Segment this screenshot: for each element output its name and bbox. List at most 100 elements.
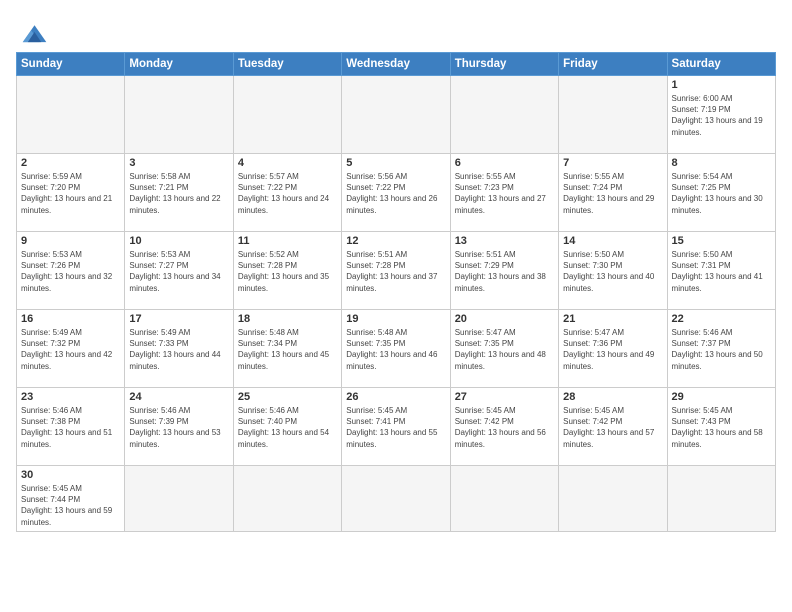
day-number: 19 bbox=[346, 313, 445, 325]
day-number: 13 bbox=[455, 235, 554, 247]
day-cell: 8 Sunrise: 5:54 AM Sunset: 7:25 PM Daylig… bbox=[667, 154, 775, 232]
week-row-5: 23 Sunrise: 5:46 AM Sunset: 7:38 PM Dayli… bbox=[17, 388, 776, 466]
day-cell bbox=[667, 466, 775, 532]
day-cell bbox=[450, 466, 558, 532]
day-number: 15 bbox=[672, 235, 771, 247]
day-info: Sunrise: 5:53 AM Sunset: 7:26 PM Dayligh… bbox=[21, 249, 120, 294]
day-info: Sunrise: 5:48 AM Sunset: 7:34 PM Dayligh… bbox=[238, 327, 337, 372]
weekday-header-sunday: Sunday bbox=[17, 53, 125, 76]
day-info: Sunrise: 5:48 AM Sunset: 7:35 PM Dayligh… bbox=[346, 327, 445, 372]
day-info: Sunrise: 5:45 AM Sunset: 7:44 PM Dayligh… bbox=[21, 483, 120, 528]
day-info: Sunrise: 5:50 AM Sunset: 7:31 PM Dayligh… bbox=[672, 249, 771, 294]
day-cell: 23 Sunrise: 5:46 AM Sunset: 7:38 PM Dayli… bbox=[17, 388, 125, 466]
day-cell: 17 Sunrise: 5:49 AM Sunset: 7:33 PM Dayli… bbox=[125, 310, 233, 388]
day-cell bbox=[342, 76, 450, 154]
day-cell bbox=[450, 76, 558, 154]
day-number: 18 bbox=[238, 313, 337, 325]
day-cell: 9Sunrise: 5:53 AM Sunset: 7:26 PM Daylig… bbox=[17, 232, 125, 310]
day-cell: 19 Sunrise: 5:48 AM Sunset: 7:35 PM Dayli… bbox=[342, 310, 450, 388]
day-cell: 25 Sunrise: 5:46 AM Sunset: 7:40 PM Dayli… bbox=[233, 388, 341, 466]
day-info: Sunrise: 5:45 AM Sunset: 7:42 PM Dayligh… bbox=[563, 405, 662, 450]
day-cell bbox=[559, 466, 667, 532]
day-number: 17 bbox=[129, 313, 228, 325]
day-cell: 16 Sunrise: 5:49 AM Sunset: 7:32 PM Dayli… bbox=[17, 310, 125, 388]
day-info: Sunrise: 5:49 AM Sunset: 7:33 PM Dayligh… bbox=[129, 327, 228, 372]
day-number: 26 bbox=[346, 391, 445, 403]
day-number: 20 bbox=[455, 313, 554, 325]
day-info: Sunrise: 5:52 AM Sunset: 7:28 PM Dayligh… bbox=[238, 249, 337, 294]
weekday-header-thursday: Thursday bbox=[450, 53, 558, 76]
day-cell bbox=[17, 76, 125, 154]
day-cell bbox=[342, 466, 450, 532]
day-number: 14 bbox=[563, 235, 662, 247]
day-info: Sunrise: 5:53 AM Sunset: 7:27 PM Dayligh… bbox=[129, 249, 228, 294]
day-cell: 6 Sunrise: 5:55 AM Sunset: 7:23 PM Daylig… bbox=[450, 154, 558, 232]
day-info: Sunrise: 5:51 AM Sunset: 7:29 PM Dayligh… bbox=[455, 249, 554, 294]
day-cell: 12 Sunrise: 5:51 AM Sunset: 7:28 PM Dayli… bbox=[342, 232, 450, 310]
day-number: 24 bbox=[129, 391, 228, 403]
day-number: 23 bbox=[21, 391, 120, 403]
weekday-header-saturday: Saturday bbox=[667, 53, 775, 76]
calendar-page: SundayMondayTuesdayWednesdayThursdayFrid… bbox=[0, 0, 792, 612]
day-cell: 27 Sunrise: 5:45 AM Sunset: 7:42 PM Dayli… bbox=[450, 388, 558, 466]
day-info: Sunrise: 5:54 AM Sunset: 7:25 PM Dayligh… bbox=[672, 171, 771, 216]
day-info: Sunrise: 5:45 AM Sunset: 7:42 PM Dayligh… bbox=[455, 405, 554, 450]
day-info: Sunrise: 5:51 AM Sunset: 7:28 PM Dayligh… bbox=[346, 249, 445, 294]
day-info: Sunrise: 5:58 AM Sunset: 7:21 PM Dayligh… bbox=[129, 171, 228, 216]
weekday-header-wednesday: Wednesday bbox=[342, 53, 450, 76]
day-cell bbox=[233, 76, 341, 154]
day-info: Sunrise: 5:46 AM Sunset: 7:39 PM Dayligh… bbox=[129, 405, 228, 450]
day-info: Sunrise: 5:57 AM Sunset: 7:22 PM Dayligh… bbox=[238, 171, 337, 216]
logo-icon bbox=[16, 18, 48, 46]
header bbox=[16, 14, 776, 46]
day-info: Sunrise: 5:55 AM Sunset: 7:23 PM Dayligh… bbox=[455, 171, 554, 216]
day-cell: 28Sunrise: 5:45 AM Sunset: 7:42 PM Dayli… bbox=[559, 388, 667, 466]
day-number: 25 bbox=[238, 391, 337, 403]
day-number: 27 bbox=[455, 391, 554, 403]
day-cell: 22Sunrise: 5:46 AM Sunset: 7:37 PM Dayli… bbox=[667, 310, 775, 388]
day-number: 30 bbox=[21, 469, 120, 481]
day-cell: 24 Sunrise: 5:46 AM Sunset: 7:39 PM Dayli… bbox=[125, 388, 233, 466]
week-row-2: 2 Sunrise: 5:59 AM Sunset: 7:20 PM Daylig… bbox=[17, 154, 776, 232]
day-info: Sunrise: 5:46 AM Sunset: 7:38 PM Dayligh… bbox=[21, 405, 120, 450]
day-number: 4 bbox=[238, 157, 337, 169]
day-cell: 20Sunrise: 5:47 AM Sunset: 7:35 PM Dayli… bbox=[450, 310, 558, 388]
day-number: 21 bbox=[563, 313, 662, 325]
day-cell: 29Sunrise: 5:45 AM Sunset: 7:43 PM Dayli… bbox=[667, 388, 775, 466]
day-info: Sunrise: 5:56 AM Sunset: 7:22 PM Dayligh… bbox=[346, 171, 445, 216]
day-cell bbox=[125, 76, 233, 154]
weekday-header-tuesday: Tuesday bbox=[233, 53, 341, 76]
day-cell: 15 Sunrise: 5:50 AM Sunset: 7:31 PM Dayli… bbox=[667, 232, 775, 310]
day-number: 7 bbox=[563, 157, 662, 169]
week-row-1: 1Sunrise: 6:00 AM Sunset: 7:19 PM Daylig… bbox=[17, 76, 776, 154]
day-info: Sunrise: 5:47 AM Sunset: 7:36 PM Dayligh… bbox=[563, 327, 662, 372]
day-number: 10 bbox=[129, 235, 228, 247]
day-cell: 30 Sunrise: 5:45 AM Sunset: 7:44 PM Dayli… bbox=[17, 466, 125, 532]
day-number: 1 bbox=[672, 79, 771, 91]
day-cell bbox=[125, 466, 233, 532]
day-number: 12 bbox=[346, 235, 445, 247]
day-info: Sunrise: 5:46 AM Sunset: 7:40 PM Dayligh… bbox=[238, 405, 337, 450]
day-cell: 5 Sunrise: 5:56 AM Sunset: 7:22 PM Daylig… bbox=[342, 154, 450, 232]
day-info: Sunrise: 5:55 AM Sunset: 7:24 PM Dayligh… bbox=[563, 171, 662, 216]
day-number: 6 bbox=[455, 157, 554, 169]
day-number: 8 bbox=[672, 157, 771, 169]
day-info: Sunrise: 5:59 AM Sunset: 7:20 PM Dayligh… bbox=[21, 171, 120, 216]
logo bbox=[16, 18, 52, 46]
day-number: 11 bbox=[238, 235, 337, 247]
day-number: 16 bbox=[21, 313, 120, 325]
day-number: 5 bbox=[346, 157, 445, 169]
day-info: Sunrise: 5:50 AM Sunset: 7:30 PM Dayligh… bbox=[563, 249, 662, 294]
day-cell: 13 Sunrise: 5:51 AM Sunset: 7:29 PM Dayli… bbox=[450, 232, 558, 310]
day-cell bbox=[559, 76, 667, 154]
day-number: 2 bbox=[21, 157, 120, 169]
day-cell: 26Sunrise: 5:45 AM Sunset: 7:41 PM Dayli… bbox=[342, 388, 450, 466]
weekday-header-monday: Monday bbox=[125, 53, 233, 76]
day-cell: 21 Sunrise: 5:47 AM Sunset: 7:36 PM Dayli… bbox=[559, 310, 667, 388]
day-number: 22 bbox=[672, 313, 771, 325]
day-info: Sunrise: 5:49 AM Sunset: 7:32 PM Dayligh… bbox=[21, 327, 120, 372]
day-cell: 1Sunrise: 6:00 AM Sunset: 7:19 PM Daylig… bbox=[667, 76, 775, 154]
day-number: 29 bbox=[672, 391, 771, 403]
day-cell: 18 Sunrise: 5:48 AM Sunset: 7:34 PM Dayli… bbox=[233, 310, 341, 388]
day-cell: 4 Sunrise: 5:57 AM Sunset: 7:22 PM Daylig… bbox=[233, 154, 341, 232]
